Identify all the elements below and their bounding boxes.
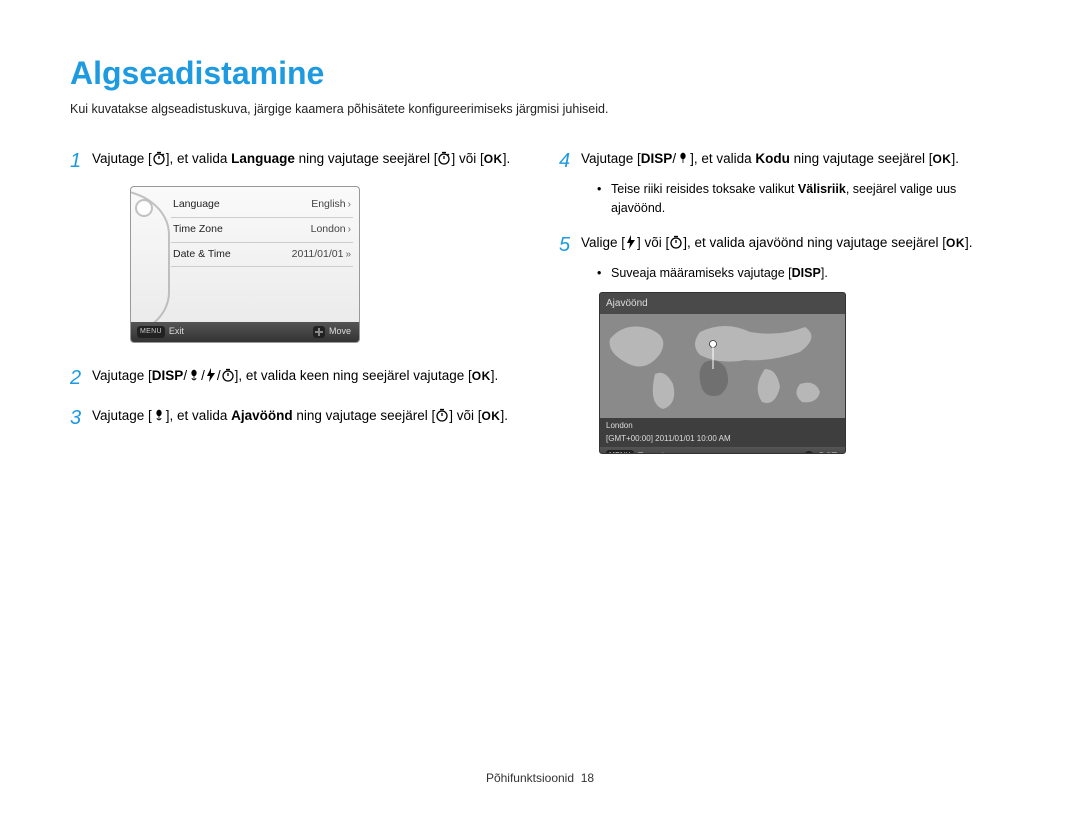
timezone-info: London [GMT+00:00] 2011/01/01 10:00 AM [600, 418, 845, 447]
timer-icon [152, 151, 166, 165]
right-column: 4 Vajutage [DISP/], et valida Kodu ning … [559, 146, 1010, 454]
step-number: 2 [70, 363, 92, 393]
settings-row-language: Language English› [171, 193, 353, 218]
up-icon [803, 450, 815, 454]
step-4-bullet: • Teise riiki reisides toksake valikut V… [597, 180, 1010, 218]
timer-icon [221, 368, 235, 382]
macro-icon [187, 368, 201, 382]
ok-icon: OK [472, 367, 491, 385]
settings-footer: MENU Exit Move [131, 322, 359, 342]
settings-row-timezone: Time Zone London› [171, 218, 353, 243]
disp-icon: DISP [641, 151, 673, 166]
timezone-screen-title: Ajavöönd [600, 293, 845, 314]
macro-icon [676, 151, 690, 165]
ok-icon: OK [481, 407, 500, 425]
step-2: 2 Vajutage [DISP///], et valida keen nin… [70, 363, 521, 393]
menu-icon: MENU [606, 450, 634, 454]
step-number: 1 [70, 146, 92, 176]
step-4: 4 Vajutage [DISP/], et valida Kodu ning … [559, 146, 1010, 176]
timezone-screenshot: Ajavöönd London [599, 292, 846, 454]
timezone-footer: MENU Tagasi DST [600, 447, 845, 454]
subtitle: Kui kuvatakse algseadistuskuva, järgige … [70, 102, 1010, 116]
step-number: 5 [559, 230, 581, 260]
step-number: 3 [70, 403, 92, 433]
step-1: 1 Vajutage [], et valida Language ning v… [70, 146, 521, 176]
disp-icon: DISP [152, 368, 184, 383]
ok-icon: OK [932, 150, 951, 168]
timer-icon [437, 151, 451, 165]
menu-icon: MENU [137, 326, 165, 339]
flash-icon [205, 368, 217, 382]
ok-icon: OK [946, 234, 965, 252]
step-number: 4 [559, 146, 581, 176]
timer-icon [669, 235, 683, 249]
page-title: Algseadistamine [70, 55, 1010, 92]
settings-row-datetime: Date & Time 2011/01/01» [171, 243, 353, 268]
timer-icon [435, 408, 449, 422]
world-map [600, 314, 845, 418]
left-column: 1 Vajutage [], et valida Language ning v… [70, 146, 521, 454]
step-3: 3 Vajutage [], et valida Ajavöönd ning v… [70, 403, 521, 433]
step-5: 5 Valige [] või [], et valida ajavöönd n… [559, 230, 1010, 260]
page-footer: Põhifunktsioonid 18 [0, 771, 1080, 785]
macro-icon [152, 408, 166, 422]
dpad-icon [313, 326, 325, 338]
ok-icon: OK [484, 150, 503, 168]
settings-screenshot: Language English› Time Zone London› Date… [130, 186, 360, 343]
disp-icon: DISP [792, 266, 821, 280]
step-5-bullet: • Suveaja määramiseks vajutage [DISP]. [597, 264, 1010, 283]
flash-icon [625, 235, 637, 249]
